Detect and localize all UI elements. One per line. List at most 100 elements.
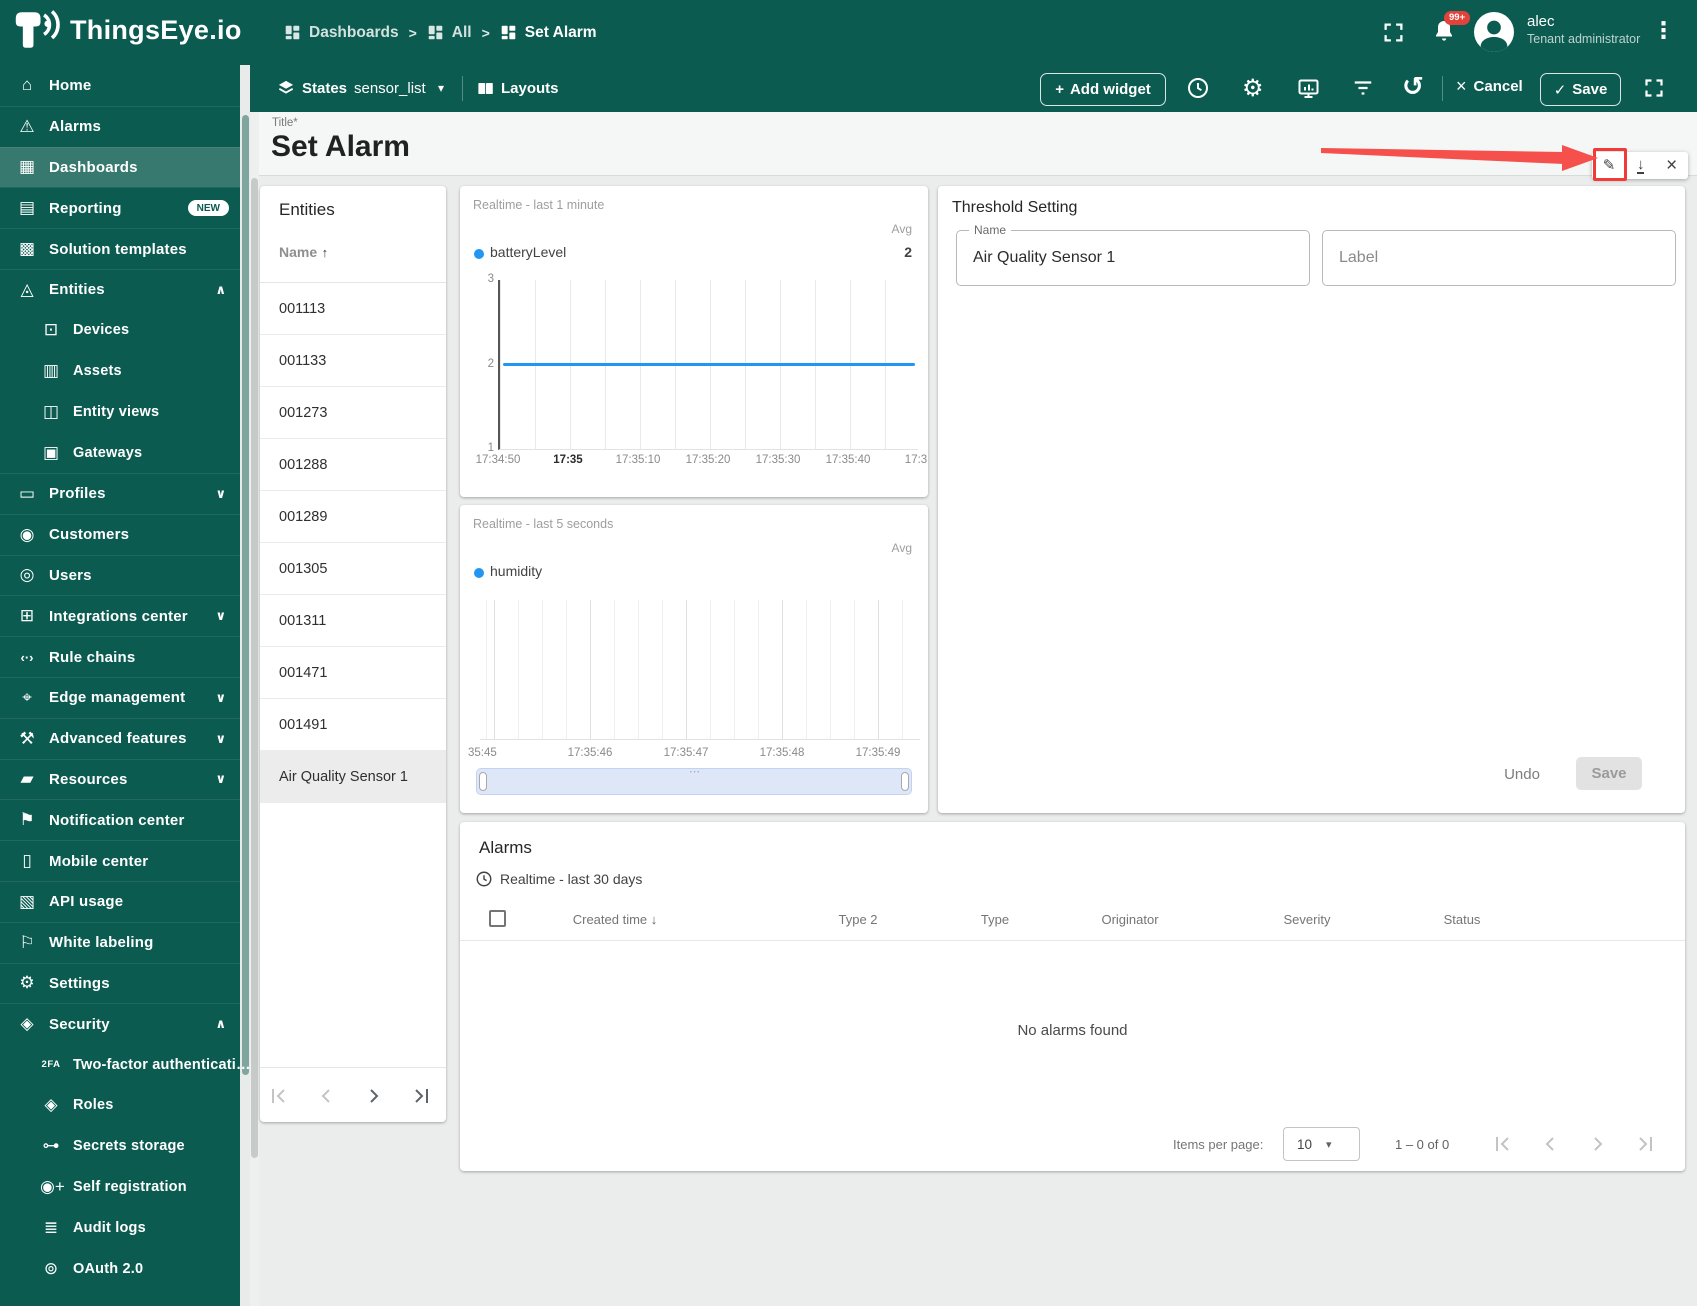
close-icon[interactable]: × xyxy=(1666,156,1677,175)
more-menu-icon[interactable]: ⋮ xyxy=(1652,17,1675,44)
entity-row[interactable]: 001491 xyxy=(260,699,446,751)
dashboard-title-input[interactable]: Set Alarm xyxy=(271,130,410,164)
entity-row[interactable]: 001113 xyxy=(260,283,446,335)
cancel-button[interactable]: × Cancel xyxy=(1456,77,1523,95)
entity-aliases-icon[interactable] xyxy=(1296,76,1321,100)
select-all-checkbox[interactable] xyxy=(489,910,506,927)
entity-row[interactable]: 001305 xyxy=(260,543,446,595)
first-page-icon[interactable] xyxy=(1490,1132,1514,1156)
sidebar-item-entity-views[interactable]: ◫ Entity views xyxy=(0,391,240,432)
previous-page-icon[interactable] xyxy=(1538,1132,1562,1156)
previous-page-icon[interactable] xyxy=(314,1084,338,1108)
first-page-icon[interactable] xyxy=(266,1084,290,1108)
last-page-icon[interactable] xyxy=(410,1084,434,1108)
sidebar-item-customers[interactable]: ◉ Customers xyxy=(0,513,240,555)
entity-row[interactable]: 001471 xyxy=(260,647,446,699)
avatar[interactable] xyxy=(1474,12,1514,52)
notifications-bell-icon[interactable]: 99+ xyxy=(1432,11,1471,45)
column-type-2[interactable]: Type 2 xyxy=(838,912,877,927)
sidebar-item-api-usage[interactable]: ▧ API usage xyxy=(0,880,240,922)
chart-scrollbar-brush[interactable]: ⋯ xyxy=(476,765,912,795)
entity-row[interactable]: 001288 xyxy=(260,439,446,491)
label-input[interactable] xyxy=(1323,231,1675,285)
entities-name-column-header[interactable]: Name ↑ xyxy=(279,244,328,262)
sidebar-item-profiles[interactable]: ▭ Profiles ∨ xyxy=(0,472,240,514)
sidebar-item-edge-management[interactable]: ⌖ Edge management ∨ xyxy=(0,676,240,718)
sidebar-scrollbar[interactable] xyxy=(240,65,250,1306)
sidebar-item-advanced-features[interactable]: ⚒ Advanced features ∨ xyxy=(0,717,240,759)
state-caret-icon[interactable]: ▾ xyxy=(438,81,444,95)
sidebar-item-users[interactable]: ◎ Users xyxy=(0,554,240,596)
dashboard-settings-gear-icon[interactable]: ⚙ xyxy=(1242,74,1264,103)
content-scrollbar[interactable] xyxy=(250,112,259,1306)
legend-humidity[interactable]: humidity xyxy=(490,563,542,579)
sidebar-item-home[interactable]: ⌂ Home xyxy=(0,65,240,106)
brush-handle-left[interactable] xyxy=(479,772,487,791)
name-input[interactable] xyxy=(957,231,1309,285)
brush-grip-icon[interactable]: ⋯ xyxy=(689,765,700,778)
chart-timewindow[interactable]: Realtime - last 1 minute xyxy=(473,198,604,212)
timewindow-clock-icon[interactable] xyxy=(1186,76,1210,100)
sidebar-item-entities[interactable]: ◬ Entities ∧ xyxy=(0,268,240,310)
entity-row[interactable]: 001273 xyxy=(260,387,446,439)
sidebar-item-audit-logs[interactable]: ≣ Audit logs xyxy=(0,1207,240,1248)
sidebar-item-white-labeling[interactable]: ⚐ White labeling xyxy=(0,921,240,963)
sidebar-item-dashboards[interactable]: ▦ Dashboards xyxy=(0,146,240,188)
sidebar-item-roles[interactable]: ◈ Roles xyxy=(0,1085,240,1126)
save-button[interactable]: ✓ Save xyxy=(1540,73,1621,106)
column-type[interactable]: Type xyxy=(981,912,1009,927)
undo-button[interactable]: Undo xyxy=(1494,758,1550,790)
state-select[interactable]: sensor_list xyxy=(354,80,426,97)
download-icon[interactable]: ↓ xyxy=(1636,157,1645,174)
column-severity[interactable]: Severity xyxy=(1284,912,1331,927)
legend-batteryLevel[interactable]: batteryLevel xyxy=(490,244,566,260)
last-page-icon[interactable] xyxy=(1634,1132,1658,1156)
breadcrumb-dashboards[interactable]: Dashboards xyxy=(284,24,399,42)
breadcrumb-all[interactable]: All xyxy=(427,24,472,42)
sidebar-item-assets[interactable]: ▥ Assets xyxy=(0,351,240,392)
sidebar-item-rule-chains[interactable]: ‹·› Rule chains xyxy=(0,636,240,677)
sidebar-item-devices[interactable]: ⊡ Devices xyxy=(0,310,240,351)
entity-row[interactable]: 001133 xyxy=(260,335,446,387)
x-tick: 17:35 xyxy=(553,454,583,466)
sidebar-item-reporting[interactable]: ▤ Reporting NEW xyxy=(0,187,240,228)
dashboard-fullscreen-icon[interactable] xyxy=(1644,78,1664,98)
items-per-page-select[interactable]: 10 ▾ xyxy=(1283,1127,1360,1161)
sidebar-item-security[interactable]: ◈ Security ∧ xyxy=(0,1003,240,1044)
user-info[interactable]: alec Tenant administrator xyxy=(1527,13,1640,46)
sidebar-item-settings[interactable]: ⚙ Settings xyxy=(0,962,240,1004)
sidebar-item-integrations-center[interactable]: ⊞ Integrations center ∨ xyxy=(0,595,240,636)
threshold-save-button[interactable]: Save xyxy=(1576,757,1642,790)
column-created-time[interactable]: Created time ↓ xyxy=(573,912,658,927)
chart-timewindow[interactable]: Realtime - last 5 seconds xyxy=(473,517,613,531)
breadcrumb-set-alarm[interactable]: Set Alarm xyxy=(500,24,597,42)
sidebar-item-two-factor-authentication[interactable]: 2FA Two-factor authenticati… xyxy=(0,1044,251,1085)
sidebar-item-gateways[interactable]: ▣ Gateways xyxy=(0,432,240,473)
column-status[interactable]: Status xyxy=(1444,912,1481,927)
next-page-icon[interactable] xyxy=(1586,1132,1610,1156)
entity-row-selected[interactable]: Air Quality Sensor 1 xyxy=(260,751,446,803)
sidebar-item-self-registration[interactable]: ◉+ Self registration xyxy=(0,1167,240,1208)
sidebar-item-alarms[interactable]: ⚠ Alarms xyxy=(0,105,240,147)
column-originator[interactable]: Originator xyxy=(1101,912,1158,927)
alarms-timewindow-button[interactable]: Realtime - last 30 days xyxy=(475,870,642,888)
sidebar-item-mobile-center[interactable]: ▯ Mobile center xyxy=(0,840,240,881)
sort-descending-icon: ↓ xyxy=(650,912,658,927)
fullscreen-icon[interactable] xyxy=(1383,22,1404,43)
sidebar-item-notification-center[interactable]: ⚑ Notification center xyxy=(0,799,240,840)
entity-row[interactable]: 001311 xyxy=(260,595,446,647)
sidebar-item-oauth[interactable]: ⊚ OAuth 2.0 xyxy=(0,1248,240,1289)
layouts-button[interactable]: Layouts xyxy=(501,80,559,97)
content-scrollbar-thumb[interactable] xyxy=(251,178,258,1158)
next-page-icon[interactable] xyxy=(362,1084,386,1108)
logo[interactable]: ThingsEye.io xyxy=(14,10,242,50)
add-widget-button[interactable]: + Add widget xyxy=(1040,73,1166,106)
version-history-icon[interactable]: ↺ xyxy=(1402,71,1424,102)
sidebar-scrollbar-thumb[interactable] xyxy=(241,115,249,1075)
sidebar-item-resources[interactable]: ▰ Resources ∨ xyxy=(0,758,240,800)
sidebar-item-solution-templates[interactable]: ▩ Solution templates xyxy=(0,228,240,269)
filter-icon[interactable] xyxy=(1352,77,1374,99)
entity-row[interactable]: 001289 xyxy=(260,491,446,543)
brush-handle-right[interactable] xyxy=(901,772,909,791)
sidebar-item-secrets-storage[interactable]: ⊶ Secrets storage xyxy=(0,1126,240,1167)
